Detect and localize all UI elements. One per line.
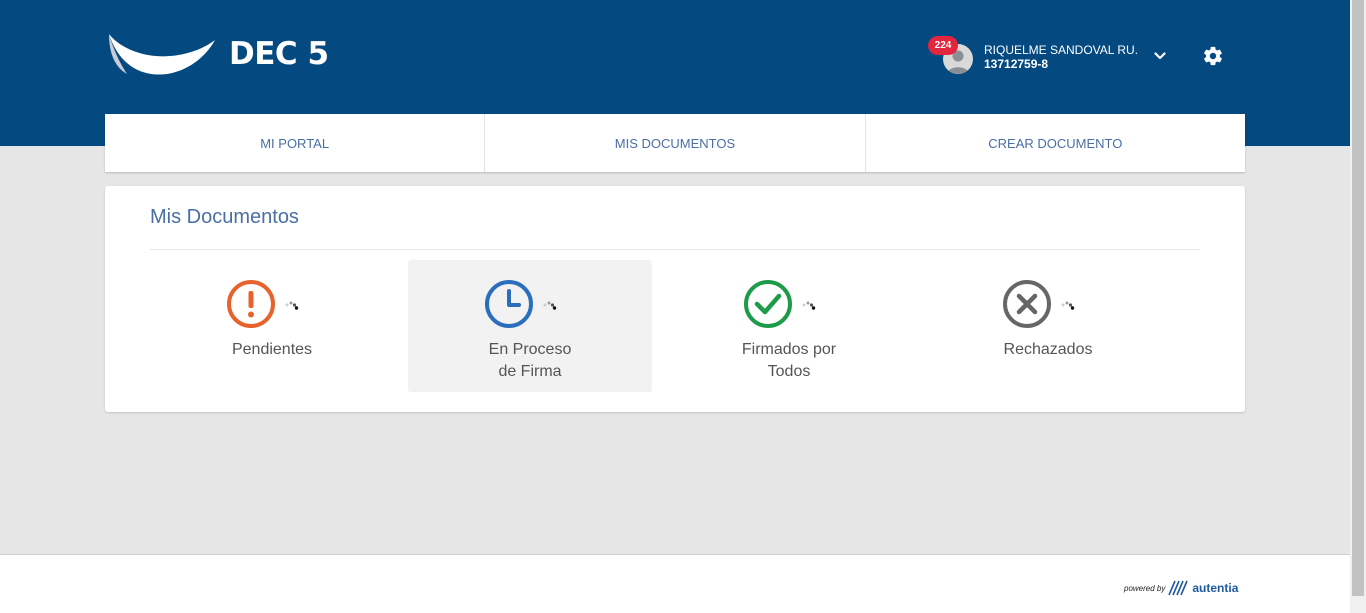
tile-label: En Proceso de Firma — [488, 341, 572, 380]
tile-label: Rechazados — [1003, 341, 1093, 358]
vertical-scrollbar[interactable] — [1350, 0, 1366, 613]
tile-en-proceso-de-firma[interactable]: En Proceso de Firma — [408, 260, 652, 392]
dec5-logo-icon — [109, 34, 215, 75]
tile-firmados-por-todos[interactable]: Firmados por Todos — [667, 260, 911, 392]
autentia-logo-icon — [1168, 580, 1189, 596]
powered-by-autentia[interactable]: powered by autentia — [1124, 579, 1238, 597]
loading-spinner-icon — [285, 301, 299, 310]
user-name: RIQUELME SANDOVAL RU... — [984, 43, 1139, 57]
nav-mis-documentos[interactable]: MIS DOCUMENTOS — [485, 114, 866, 172]
clock-icon — [485, 280, 533, 328]
card-title: Mis Documentos — [150, 206, 299, 228]
dec5-logo[interactable]: DEC 5 — [107, 30, 329, 78]
logo-text: DEC 5 — [229, 36, 329, 72]
main-nav: MI PORTAL MIS DOCUMENTOS CREAR DOCUMENTO — [105, 114, 1245, 172]
gear-icon[interactable] — [1202, 45, 1224, 67]
notification-badge[interactable]: 224 — [928, 36, 958, 55]
tile-pendientes[interactable]: Pendientes — [150, 260, 394, 392]
tile-label: Pendientes — [231, 341, 313, 358]
exclamation-circle-icon — [227, 280, 275, 328]
tile-label: Firmados por Todos — [741, 341, 837, 380]
divider — [150, 249, 1200, 250]
loading-spinner-icon — [543, 301, 557, 310]
tile-rechazados[interactable]: Rechazados — [926, 260, 1170, 392]
autentia-brand: autentia — [1192, 581, 1239, 595]
footer: powered by autentia — [0, 554, 1350, 613]
nav-mi-portal[interactable]: MI PORTAL — [105, 114, 486, 172]
x-circle-icon — [1003, 280, 1051, 328]
loading-spinner-icon — [1061, 301, 1075, 310]
loading-spinner-icon — [802, 301, 816, 310]
powered-by-text: powered by — [1124, 583, 1166, 593]
nav-crear-documento[interactable]: CREAR DOCUMENTO — [866, 114, 1245, 172]
check-circle-icon — [744, 280, 792, 328]
scrollbar-thumb[interactable] — [1352, 0, 1364, 596]
documents-card: Mis Documentos Pendientes En Proceso de … — [105, 186, 1245, 412]
chevron-down-icon[interactable] — [1154, 51, 1166, 61]
user-id: 13712759-8 — [984, 57, 1049, 71]
